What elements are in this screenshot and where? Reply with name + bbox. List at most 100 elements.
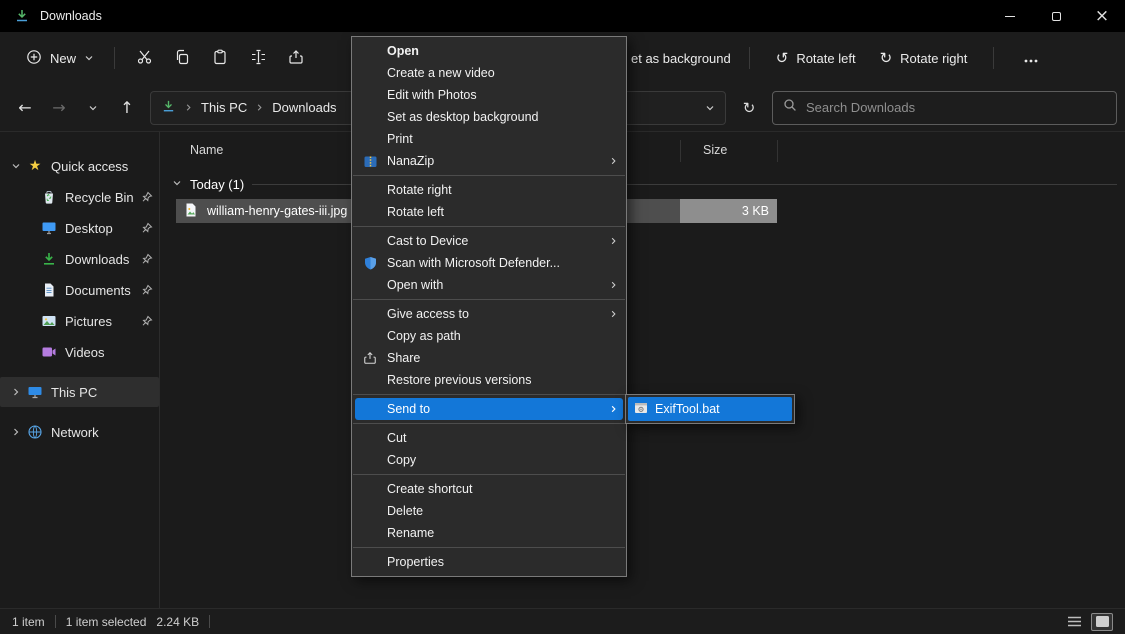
back-button[interactable]: ← <box>8 91 42 125</box>
breadcrumb-downloads[interactable]: Downloads <box>272 100 336 115</box>
set-as-background-button[interactable]: et as background <box>631 51 731 66</box>
details-view-button[interactable] <box>1063 613 1085 631</box>
context-menu-item-cut[interactable]: Cut <box>352 427 626 449</box>
context-menu-item-rename[interactable]: Rename <box>352 522 626 544</box>
up-button[interactable]: ↑ <box>110 91 144 125</box>
cut-button[interactable] <box>125 41 163 75</box>
context-menu-item-copy[interactable]: Copy <box>352 449 626 471</box>
batch-file-icon <box>634 401 648 418</box>
clipboard-icon <box>212 49 228 68</box>
chevron-right-icon <box>255 100 264 115</box>
address-dropdown-button[interactable] <box>705 103 715 113</box>
sidebar-item-downloads[interactable]: Downloads <box>0 244 159 274</box>
chevron-down-icon <box>172 175 182 193</box>
sidebar-item-videos[interactable]: Videos <box>0 337 159 367</box>
desktop-icon <box>40 220 58 236</box>
new-button-label: New <box>50 51 76 66</box>
pictures-icon <box>40 313 58 329</box>
context-menu-item-scan-with-defender[interactable]: Scan with Microsoft Defender... <box>352 252 626 274</box>
file-list-pane: Name Size Today (1) william-henry-gates-… <box>160 132 1125 608</box>
sidebar-item-desktop[interactable]: Desktop <box>0 213 159 243</box>
chevron-down-icon <box>84 51 94 66</box>
minimize-icon <box>1005 16 1015 17</box>
breadcrumb-this-pc[interactable]: This PC <box>201 100 247 115</box>
sidebar-item-network[interactable]: Network <box>0 417 159 447</box>
column-divider[interactable] <box>777 140 778 162</box>
pin-icon <box>141 222 153 234</box>
share-button[interactable] <box>277 41 315 75</box>
forward-button[interactable]: → <box>42 91 76 125</box>
chevron-down-icon[interactable] <box>8 161 24 171</box>
context-menu-item-copy-as-path[interactable]: Copy as path <box>352 325 626 347</box>
selection-size: 2.24 KB <box>156 615 199 629</box>
context-menu-item-edit-with-photos[interactable]: Edit with Photos <box>352 84 626 106</box>
window-title: Downloads <box>40 9 102 23</box>
sidebar-item-documents[interactable]: Documents <box>0 275 159 305</box>
group-header-today[interactable]: Today (1) <box>172 172 1117 196</box>
column-header-size[interactable]: Size <box>703 143 727 157</box>
context-menu-item-open-with[interactable]: Open with <box>352 274 626 296</box>
context-menu-item-rotate-right[interactable]: Rotate right <box>352 179 626 201</box>
thumbnail-view-button[interactable] <box>1091 613 1113 631</box>
toolbar-divider <box>114 47 115 69</box>
minimize-button[interactable] <box>987 0 1033 32</box>
chevron-right-icon <box>184 100 193 115</box>
sidebar-item-this-pc[interactable]: This PC <box>0 377 159 407</box>
recycle-bin-icon <box>40 189 58 205</box>
star-icon: ★ <box>26 158 44 174</box>
context-menu-item-share[interactable]: Share <box>352 347 626 369</box>
maximize-button[interactable] <box>1033 0 1079 32</box>
selection-info: 1 item selected <box>66 615 147 629</box>
status-divider <box>55 615 56 628</box>
new-button[interactable]: New <box>16 42 104 75</box>
sidebar-item-label: Network <box>51 425 99 440</box>
context-menu-item-print[interactable]: Print <box>352 128 626 150</box>
scissors-icon <box>136 48 153 68</box>
sidebar-item-label: This PC <box>51 385 97 400</box>
chevron-right-icon[interactable] <box>8 427 24 437</box>
search-box <box>772 91 1117 125</box>
context-menu-item-properties[interactable]: Properties <box>352 551 626 573</box>
menu-separator <box>353 299 625 300</box>
context-menu-item-set-as-desktop-background[interactable]: Set as desktop background <box>352 106 626 128</box>
copy-button[interactable] <box>163 41 201 75</box>
context-menu-item-create-shortcut[interactable]: Create shortcut <box>352 478 626 500</box>
paste-button[interactable] <box>201 41 239 75</box>
context-menu-item-create-a-new-video[interactable]: Create a new video <box>352 62 626 84</box>
rename-button[interactable] <box>239 41 277 75</box>
search-icon <box>783 98 797 117</box>
rotate-right-icon: ↻ <box>880 51 893 66</box>
recent-locations-button[interactable] <box>76 91 110 125</box>
rotate-left-label: Rotate left <box>796 51 855 66</box>
context-menu-item-give-access-to[interactable]: Give access to <box>352 303 626 325</box>
share-icon <box>362 350 378 366</box>
context-menu-item-restore-previous-versions[interactable]: Restore previous versions <box>352 369 626 391</box>
search-input[interactable] <box>806 100 1106 115</box>
sidebar-item-quick-access[interactable]: ★ Quick access <box>0 151 159 181</box>
context-menu-item-delete[interactable]: Delete <box>352 500 626 522</box>
ellipsis-icon <box>1024 51 1038 66</box>
context-menu-item-cast-to-device[interactable]: Cast to Device <box>352 230 626 252</box>
submenu-item-exiftool-bat[interactable]: ExifTool.bat <box>628 397 792 421</box>
network-icon <box>26 424 44 440</box>
column-header-name[interactable]: Name <box>190 143 223 157</box>
rotate-right-button[interactable]: ↻ Rotate right <box>872 44 976 73</box>
sidebar-item-label: Downloads <box>65 252 129 267</box>
context-menu-item-open[interactable]: Open <box>352 40 626 62</box>
downloads-folder-icon <box>161 99 176 117</box>
sidebar-item-label: Videos <box>65 345 105 360</box>
chevron-right-icon[interactable] <box>8 387 24 397</box>
sidebar-item-pictures[interactable]: Pictures <box>0 306 159 336</box>
sidebar-item-recycle-bin[interactable]: Recycle Bin <box>0 182 159 212</box>
close-button[interactable]: × <box>1079 0 1125 32</box>
column-divider[interactable] <box>680 140 681 162</box>
context-menu-item-send-to[interactable]: Send to <box>355 398 623 420</box>
rotate-left-button[interactable]: ↺ Rotate left <box>768 44 864 73</box>
toolbar-divider <box>993 47 994 69</box>
send-to-submenu: ExifTool.bat <box>625 394 795 424</box>
see-more-button[interactable] <box>1012 41 1050 75</box>
share-icon <box>288 49 304 68</box>
refresh-button[interactable]: ↻ <box>732 91 766 125</box>
context-menu-item-rotate-left[interactable]: Rotate left <box>352 201 626 223</box>
context-menu-item-nanazip[interactable]: NanaZip <box>352 150 626 172</box>
